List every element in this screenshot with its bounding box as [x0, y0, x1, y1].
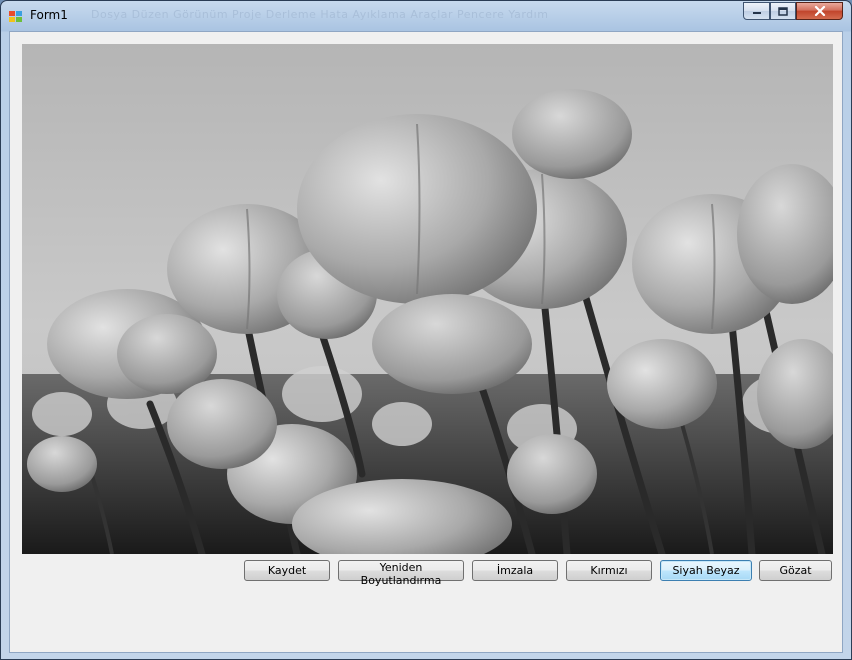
minimize-icon: [744, 3, 769, 19]
app-icon: [9, 11, 22, 22]
maximize-icon: [771, 3, 795, 19]
red-filter-button[interactable]: Kırmızı: [566, 560, 652, 581]
maximize-button[interactable]: [770, 2, 796, 20]
title-bar[interactable]: Form1 Dosya Düzen Görünüm Proje Derleme …: [1, 1, 851, 31]
close-icon: [797, 3, 842, 19]
picture-box: [22, 44, 833, 554]
browse-button[interactable]: Gözat: [759, 560, 832, 581]
grayscale-button[interactable]: Siyah Beyaz: [660, 560, 752, 581]
app-window: Form1 Dosya Düzen Görünüm Proje Derleme …: [0, 0, 852, 660]
ghost-menu-text: Dosya Düzen Görünüm Proje Derleme Hata A…: [91, 8, 549, 21]
resize-button[interactable]: Yeniden Boyutlandırma: [338, 560, 464, 587]
tulips-image: [22, 44, 833, 554]
form-client-area: Kaydet Yeniden Boyutlandırma İmzala Kırm…: [9, 31, 843, 653]
window-title: Form1: [30, 8, 68, 22]
minimize-button[interactable]: [743, 2, 770, 20]
save-button[interactable]: Kaydet: [244, 560, 330, 581]
sign-button[interactable]: İmzala: [472, 560, 558, 581]
close-button[interactable]: [796, 2, 843, 20]
